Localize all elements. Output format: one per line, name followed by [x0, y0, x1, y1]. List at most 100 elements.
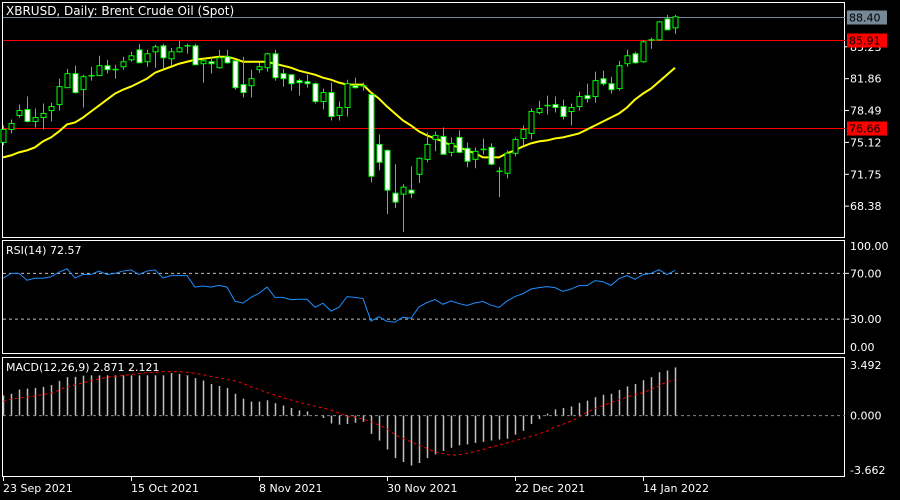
candle-body-bear	[352, 85, 359, 89]
candle	[440, 127, 447, 155]
candle-body-bear	[608, 83, 615, 91]
candle-body-bull	[400, 186, 407, 195]
time-label: 23 Sep 2021	[3, 482, 73, 495]
candle-body-bull	[176, 47, 183, 53]
candle-body-bull	[592, 80, 599, 98]
candle	[72, 65, 79, 94]
candle	[168, 47, 175, 66]
candle	[400, 184, 407, 232]
candle	[352, 77, 359, 89]
candle-body-bear	[584, 95, 591, 100]
rsi-tick-label: 30.00	[850, 313, 882, 326]
candle	[208, 57, 215, 74]
candle	[160, 43, 167, 69]
candle-body-bear	[280, 73, 287, 80]
candle	[376, 134, 383, 171]
candle-body-bear	[72, 73, 79, 94]
candle-body-bear	[456, 136, 463, 153]
candle-body-bull	[40, 112, 47, 119]
candle	[184, 43, 191, 54]
candle	[544, 95, 551, 115]
candle	[408, 166, 415, 199]
candle	[280, 68, 287, 87]
candle-body-bull	[112, 68, 119, 71]
candle-body-bull	[184, 45, 191, 47]
candle	[232, 60, 239, 90]
candle	[8, 119, 15, 134]
candle-body-bull	[480, 148, 487, 151]
macd-title: MACD(12,26,9) 2.871 2.121	[6, 361, 160, 374]
candle	[256, 62, 263, 73]
candle-body-bear	[384, 149, 391, 191]
candle	[536, 100, 543, 115]
candle-body-bull	[512, 138, 519, 154]
candle-body-bull	[248, 78, 255, 87]
candle	[456, 130, 463, 154]
time-label: 30 Nov 2021	[387, 482, 457, 495]
macd-tick-label: 3.492	[850, 359, 882, 372]
trading-chart[interactable]: 85.2381.8678.4975.1271.7568.3885.9176.66…	[0, 0, 900, 500]
candle	[152, 44, 159, 68]
candle-body-bull	[504, 152, 511, 174]
price-pane[interactable]	[0, 14, 845, 232]
candle-body-bull	[152, 46, 159, 53]
candle	[192, 43, 199, 66]
time-label: 14 Jan 2022	[643, 482, 709, 495]
candle	[464, 142, 471, 168]
candle	[96, 55, 103, 77]
candle	[104, 59, 111, 74]
macd-pane[interactable]	[2, 367, 845, 466]
candle-body-bear	[600, 78, 607, 85]
candle	[344, 79, 351, 117]
candle-body-bull	[8, 122, 15, 130]
macd-tick-label: -3.662	[850, 464, 885, 477]
candle	[632, 51, 639, 64]
candle	[240, 56, 247, 98]
candle-body-bear	[240, 84, 247, 94]
rsi-pane[interactable]	[2, 268, 845, 323]
candle	[176, 40, 183, 53]
candle	[120, 56, 127, 70]
candle	[88, 66, 95, 81]
candle-body-bear	[392, 192, 399, 203]
candle	[336, 101, 343, 121]
candle-body-bull	[0, 128, 7, 143]
candle	[32, 108, 39, 128]
time-label: 22 Dec 2021	[515, 482, 585, 495]
level-price-label: 76.66	[849, 123, 881, 136]
candle	[328, 82, 335, 121]
candle	[264, 52, 271, 72]
candle	[608, 76, 615, 94]
candle-body-bull	[56, 86, 63, 106]
candle	[128, 51, 135, 62]
candle-body-bear	[368, 94, 375, 177]
candle-body-bear	[104, 65, 111, 71]
candle-body-bear	[304, 81, 311, 85]
candle-body-bull	[88, 74, 95, 77]
candle-body-bull	[616, 65, 623, 90]
candle-body-bull	[320, 92, 327, 103]
candle-body-bull	[576, 96, 583, 108]
candle	[576, 91, 583, 111]
candle-body-bull	[520, 128, 527, 139]
candle-body-bear	[136, 49, 143, 64]
rsi-tick-label: 70.00	[850, 267, 882, 280]
candle-body-bear	[560, 106, 567, 118]
candle	[224, 49, 231, 64]
price-tick-label: 68.38	[850, 200, 882, 213]
candle-body-bull	[128, 55, 135, 61]
candle-body-bull	[416, 157, 423, 175]
candle	[416, 157, 423, 184]
candle-body-bull	[624, 55, 631, 65]
candle	[368, 93, 375, 183]
candle-body-bull	[432, 134, 439, 140]
candle-body-bear	[232, 60, 239, 89]
candle	[392, 164, 399, 209]
candle	[272, 49, 279, 81]
candle	[592, 71, 599, 103]
candle-body-bear	[632, 53, 639, 64]
candle-body-bear	[312, 83, 319, 103]
candle	[16, 104, 23, 118]
candle-body-bull	[256, 66, 263, 71]
candle-body-bull	[640, 41, 647, 63]
